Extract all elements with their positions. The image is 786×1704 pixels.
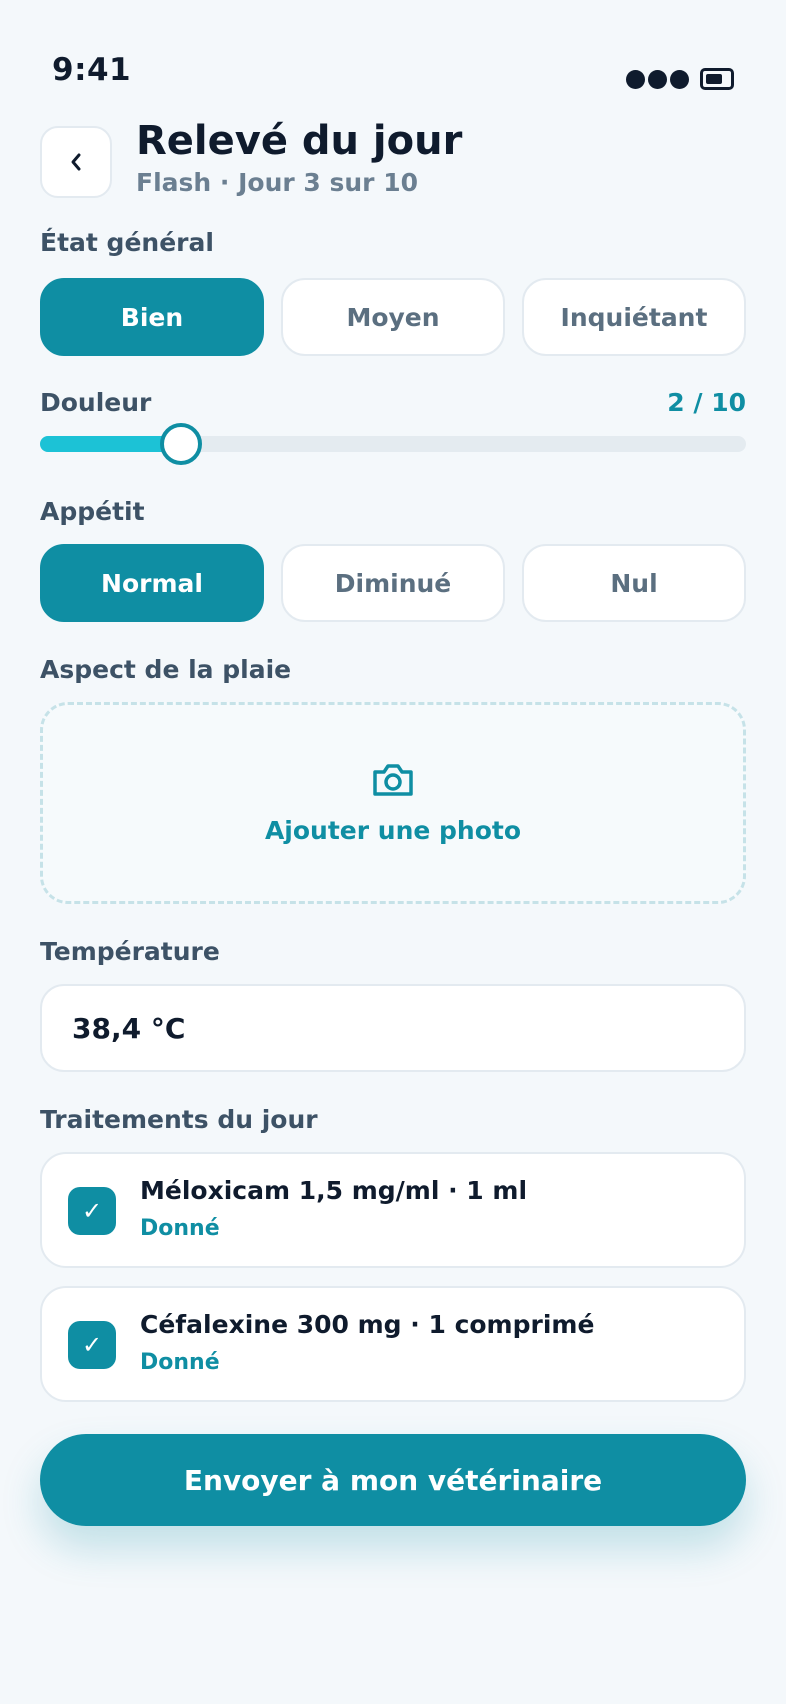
treatment-name: Céfalexine 300 mg · 1 comprimé xyxy=(140,1310,595,1339)
back-button[interactable] xyxy=(40,126,112,198)
general-state-option-bien[interactable]: Bien xyxy=(40,278,264,356)
battery-icon xyxy=(700,68,734,90)
status-time: 9:41 xyxy=(52,52,132,88)
temperature-label: Température xyxy=(40,937,220,966)
check-icon: ✓ xyxy=(81,1197,103,1225)
treatment-name: Méloxicam 1,5 mg/ml · 1 ml xyxy=(140,1176,528,1205)
general-state-option-inquietant[interactable]: Inquiétant xyxy=(522,278,746,356)
camera-icon xyxy=(373,763,413,796)
page-subtitle: Flash · Jour 3 sur 10 xyxy=(136,168,419,197)
appetite-option-normal[interactable]: Normal xyxy=(40,544,264,622)
signal-icon xyxy=(626,70,689,89)
page-title: Relevé du jour xyxy=(136,118,463,164)
general-state-label: État général xyxy=(40,228,214,257)
appetite-option-diminue[interactable]: Diminué xyxy=(281,544,505,622)
treatment-status: Donné xyxy=(140,1350,220,1375)
add-photo-button[interactable]: Ajouter une photo xyxy=(40,702,746,904)
appetite-selector: Normal Diminué Nul xyxy=(40,544,746,622)
status-bar: 9:41 xyxy=(0,0,786,110)
chevron-left-icon xyxy=(71,153,81,171)
treatments-label: Traitements du jour xyxy=(40,1105,318,1134)
send-to-vet-button[interactable]: Envoyer à mon vétérinaire xyxy=(40,1434,746,1526)
treatment-checkbox[interactable]: ✓ xyxy=(68,1187,116,1235)
pain-slider[interactable] xyxy=(40,423,746,465)
treatment-item: ✓ Méloxicam 1,5 mg/ml · 1 ml Donné xyxy=(40,1152,746,1268)
treatment-item: ✓ Céfalexine 300 mg · 1 comprimé Donné xyxy=(40,1286,746,1402)
wound-label: Aspect de la plaie xyxy=(40,655,292,684)
add-photo-label: Ajouter une photo xyxy=(264,815,522,845)
general-state-option-moyen[interactable]: Moyen xyxy=(281,278,505,356)
temperature-input[interactable]: 38,4 °C xyxy=(40,984,746,1072)
general-state-selector: Bien Moyen Inquiétant xyxy=(40,278,746,356)
appetite-option-nul[interactable]: Nul xyxy=(522,544,746,622)
check-icon: ✓ xyxy=(81,1331,103,1359)
treatment-status: Donné xyxy=(140,1216,220,1241)
treatment-checkbox[interactable]: ✓ xyxy=(68,1321,116,1369)
pain-value: 2 / 10 xyxy=(667,388,746,417)
appetite-label: Appétit xyxy=(40,497,145,526)
pain-label: Douleur xyxy=(40,388,152,417)
pain-slider-thumb[interactable] xyxy=(160,423,203,465)
